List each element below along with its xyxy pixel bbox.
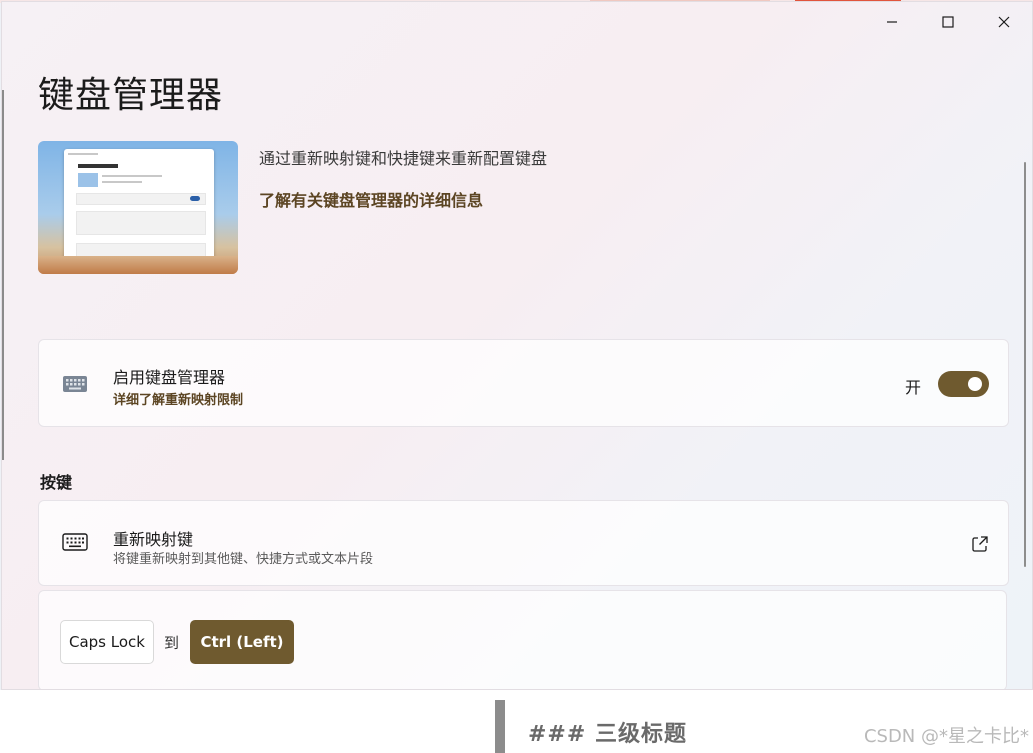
open-external-icon[interactable]	[971, 535, 989, 553]
preview-text-line	[102, 175, 162, 177]
maximize-button[interactable]	[926, 6, 970, 38]
minimize-button[interactable]	[870, 6, 914, 38]
close-icon	[998, 16, 1010, 28]
remap-limits-link[interactable]: 详细了解重新映射限制	[113, 389, 243, 408]
preview-title	[78, 164, 118, 168]
hero-sand	[38, 256, 238, 274]
watermark: CSDN @*星之卡比*	[863, 726, 1029, 747]
remap-keys-card[interactable]: 重新映射键 将键重新映射到其他键、快捷方式或文本片段	[38, 500, 1009, 586]
vertical-scrollbar[interactable]	[1024, 162, 1026, 567]
from-key-chip: Caps Lock	[60, 620, 154, 664]
keyboard-manager-window: 键盘管理器 通过重新映射键和快捷键来重新配置键盘 了解有关键盘管理器的详细信息	[1, 1, 1033, 690]
key-mapping-card: Caps Lock 到 Ctrl (Left)	[38, 590, 1007, 689]
hero-image	[38, 141, 238, 274]
preview-thumb	[78, 173, 98, 187]
keyboard-outline-icon	[61, 532, 89, 552]
preview-text-line	[102, 181, 142, 183]
keys-section-heading: 按键	[40, 473, 73, 492]
mapping-to-label: 到	[164, 634, 180, 652]
minimize-icon	[887, 21, 897, 23]
preview-toggle	[190, 196, 200, 201]
hero-screenshot-preview	[64, 149, 214, 269]
enable-keyboard-manager-card: 启用键盘管理器 详细了解重新映射限制 开	[38, 339, 1009, 427]
preview-card	[76, 193, 206, 205]
maximize-icon	[942, 16, 954, 28]
preview-titlebar	[68, 153, 98, 155]
learn-more-link[interactable]: 了解有关键盘管理器的详细信息	[259, 187, 483, 211]
background-heading: ### 三级标题	[528, 722, 687, 747]
close-button[interactable]	[982, 6, 1026, 38]
preview-card	[76, 211, 206, 235]
background-quote-bar	[495, 700, 505, 753]
enable-title: 启用键盘管理器	[113, 368, 226, 387]
keyboard-icon	[61, 374, 89, 394]
enable-toggle[interactable]	[938, 371, 989, 397]
to-key-chip: Ctrl (Left)	[190, 620, 294, 664]
remap-keys-title: 重新映射键	[113, 530, 194, 549]
nav-edge-line	[2, 90, 4, 460]
toggle-knob	[968, 377, 982, 391]
toggle-state-label: 开	[905, 378, 922, 397]
page-title: 键盘管理器	[38, 75, 224, 116]
intro-description: 通过重新映射键和快捷键来重新配置键盘	[259, 149, 548, 168]
remap-keys-subtitle: 将键重新映射到其他键、快捷方式或文本片段	[113, 552, 374, 567]
